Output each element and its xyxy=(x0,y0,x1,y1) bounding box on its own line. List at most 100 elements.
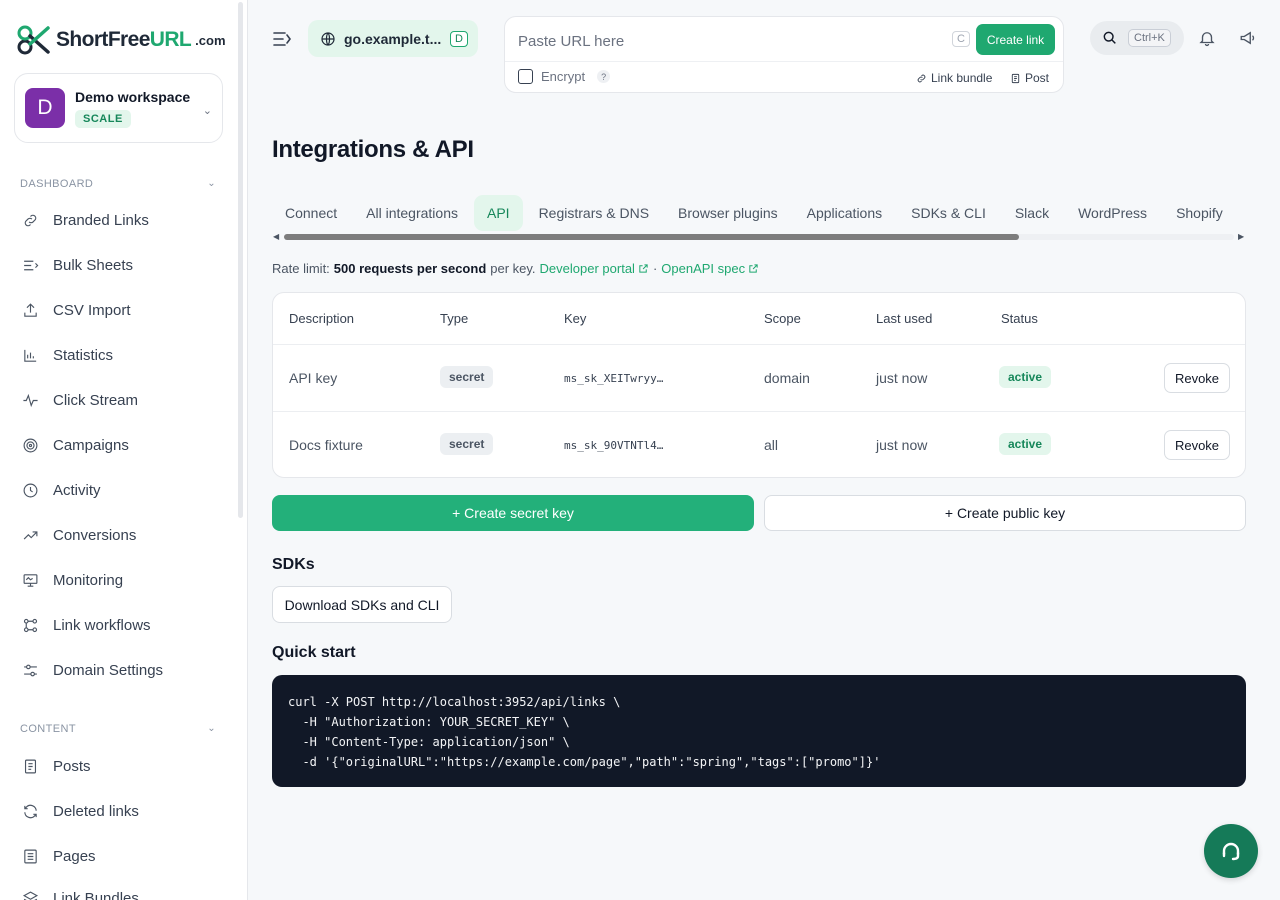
tab-connect[interactable]: Connect xyxy=(272,195,350,231)
scroll-left-icon[interactable]: ◀ xyxy=(273,232,279,241)
sidebar-item-statistics[interactable]: Statistics xyxy=(22,337,232,373)
dashboard-section-label: DASHBOARD xyxy=(20,178,94,190)
key-description: Docs fixture xyxy=(289,437,363,453)
tab-wordpress[interactable]: WordPress xyxy=(1065,195,1160,231)
column-header-scope: Scope xyxy=(764,311,801,326)
rate-limit-prefix: Rate limit: xyxy=(272,261,330,276)
sidebar-item-bulk-sheets[interactable]: Bulk Sheets xyxy=(22,247,232,283)
rate-limit-info: Rate limit: 500 requests per second per … xyxy=(272,261,759,276)
url-shortcut-hint: C xyxy=(952,31,970,47)
chevron-down-icon: ⌄ xyxy=(207,723,216,734)
sidebar-item-campaigns[interactable]: Campaigns xyxy=(22,427,232,463)
column-header-last-used: Last used xyxy=(876,311,933,326)
key-last-used: just now xyxy=(876,437,928,453)
sidebar-item-label: Link workflows xyxy=(53,616,151,634)
revoke-button[interactable]: Revoke xyxy=(1164,430,1230,460)
page-icon xyxy=(24,849,37,863)
sidebar-item-activity[interactable]: Activity xyxy=(22,472,232,508)
bell-icon[interactable] xyxy=(1198,29,1216,47)
openapi-spec-link[interactable]: OpenAPI spec xyxy=(661,261,759,276)
tab-registrars-dns[interactable]: Registrars & DNS xyxy=(526,195,662,231)
sidebar-item-domain-settings[interactable]: Domain Settings xyxy=(22,652,232,688)
list-icon xyxy=(24,260,39,270)
link-separator: · xyxy=(652,261,658,276)
sliders-icon xyxy=(24,664,37,676)
collapse-menu-icon[interactable] xyxy=(272,30,292,48)
developer-portal-label: Developer portal xyxy=(539,261,635,276)
external-link-icon xyxy=(749,264,758,273)
status-badge: active xyxy=(999,366,1052,388)
encrypt-label: Encrypt xyxy=(541,69,586,84)
column-header-status: Status xyxy=(1001,311,1038,326)
sidebar-item-label: Click Stream xyxy=(53,391,139,409)
sidebar-scrollbar[interactable] xyxy=(238,2,243,518)
tab-browser-plugins[interactable]: Browser plugins xyxy=(665,195,791,231)
global-search-button[interactable]: Ctrl+K xyxy=(1090,21,1184,55)
quick-start-code-block[interactable]: curl -X POST http://localhost:3952/api/l… xyxy=(272,675,1246,787)
key-value: ms_sk_90VTNTl4… xyxy=(564,439,664,452)
support-chat-button[interactable] xyxy=(1204,824,1258,878)
tab-api[interactable]: API xyxy=(473,195,523,231)
sidebar-item-label: Domain Settings xyxy=(53,661,164,679)
content-section-header[interactable]: CONTENT ⌄ xyxy=(20,723,220,735)
tab-shopify[interactable]: Shopify xyxy=(1163,195,1236,231)
link-bundle-button[interactable]: Link bundle xyxy=(916,71,992,85)
sdks-heading: SDKs xyxy=(272,556,315,573)
sidebar-item-conversions[interactable]: Conversions xyxy=(22,517,232,553)
scrollbar-thumb[interactable] xyxy=(284,234,1019,240)
workspace-avatar: D xyxy=(25,88,65,128)
scroll-right-icon[interactable]: ▶ xyxy=(1238,232,1244,241)
sidebar-item-link-bundles[interactable]: Link Bundles xyxy=(22,880,232,900)
sidebar-item-label: Link Bundles xyxy=(53,889,139,900)
url-input[interactable] xyxy=(518,29,948,53)
integration-tabs: Connect All integrations API Registrars & D… xyxy=(272,195,1246,231)
sidebar-item-label: Bulk Sheets xyxy=(53,256,134,274)
code-line: -H "Authorization: YOUR_SECRET_KEY" \ xyxy=(288,715,570,729)
document-icon xyxy=(24,759,37,773)
sidebar-item-label: Activity xyxy=(53,481,101,499)
sidebar-item-deleted-links[interactable]: Deleted links xyxy=(22,793,232,829)
brand-name-prefix: ShortFree xyxy=(56,28,150,51)
key-type-badge: secret xyxy=(440,366,494,388)
sidebar-item-csv-import[interactable]: CSV Import xyxy=(22,292,232,328)
sidebar-item-label: Pages xyxy=(53,847,96,865)
tabs-scrollbar[interactable]: ◀ ▶ xyxy=(272,232,1246,241)
tab-zapier[interactable]: Za xyxy=(1239,195,1246,231)
key-scope: domain xyxy=(764,370,810,386)
sidebar-item-posts[interactable]: Posts xyxy=(22,748,232,784)
create-link-button[interactable]: Create link xyxy=(976,24,1055,55)
create-secret-key-button[interactable]: + Create secret key xyxy=(272,495,754,531)
workspace-name: Demo workspace xyxy=(75,88,191,105)
sidebar-item-click-stream[interactable]: Click Stream xyxy=(22,382,232,418)
column-header-key: Key xyxy=(564,311,587,326)
brand-name-url: URL xyxy=(149,28,192,51)
sidebar-item-label: CSV Import xyxy=(53,301,131,319)
sidebar-item-monitoring[interactable]: Monitoring xyxy=(22,562,232,598)
encrypt-checkbox[interactable] xyxy=(518,69,533,84)
domain-selector[interactable]: go.example.t... D xyxy=(308,20,478,57)
code-line: -d '{"originalURL":"https://example.com/… xyxy=(288,755,881,769)
sidebar-item-link-workflows[interactable]: Link workflows xyxy=(22,607,232,643)
revoke-button[interactable]: Revoke xyxy=(1164,363,1230,393)
download-sdks-button[interactable]: Download SDKs and CLI xyxy=(272,586,452,623)
megaphone-icon[interactable] xyxy=(1239,29,1257,47)
help-icon[interactable]: ? xyxy=(597,70,611,83)
workspace-switcher[interactable]: D Demo workspace SCALE ⌄ xyxy=(14,73,223,143)
sidebar-item-pages[interactable]: Pages xyxy=(22,838,232,874)
row-divider xyxy=(273,411,1245,412)
create-public-key-button[interactable]: + Create public key xyxy=(764,495,1246,531)
tab-sdks-cli[interactable]: SDKs & CLI xyxy=(898,195,999,231)
sidebar-item-branded-links[interactable]: Branded Links xyxy=(22,202,232,238)
sidebar-item-label: Statistics xyxy=(53,346,114,364)
dashboard-section-header[interactable]: DASHBOARD ⌄ xyxy=(20,178,220,190)
post-button[interactable]: Post xyxy=(1010,71,1049,85)
code-line: curl -X POST http://localhost:3952/api/l… xyxy=(288,695,621,709)
scissors-logo-icon xyxy=(17,25,50,55)
tab-applications[interactable]: Applications xyxy=(794,195,896,231)
brand-logo[interactable]: ShortFreeURL .com xyxy=(16,20,226,60)
sidebar-item-label: Branded Links xyxy=(53,211,149,229)
developer-portal-link[interactable]: Developer portal xyxy=(540,261,649,276)
tab-all-integrations[interactable]: All integrations xyxy=(353,195,471,231)
sidebar-item-label: Deleted links xyxy=(53,802,139,820)
tab-slack[interactable]: Slack xyxy=(1002,195,1062,231)
